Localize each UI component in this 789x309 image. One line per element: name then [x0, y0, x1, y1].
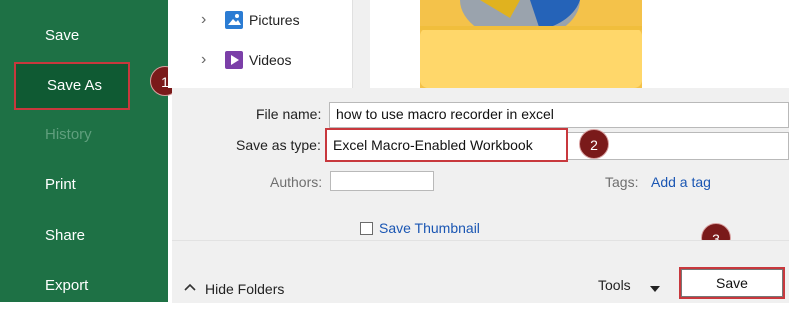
- authors-label: Authors:: [270, 174, 323, 190]
- folder-preview-icon: [420, 0, 642, 88]
- chevron-up-icon[interactable]: [184, 279, 196, 295]
- backstage-item-label: Print: [45, 176, 76, 193]
- tools-label[interactable]: Tools: [598, 277, 631, 293]
- pictures-folder-icon: [225, 11, 243, 29]
- save-as-type-label: Save as type:: [236, 137, 321, 153]
- save-as-type-dropdown[interactable]: Excel Macro-Enabled Workbook: [325, 128, 568, 162]
- chevron-right-icon[interactable]: ›: [201, 47, 206, 73]
- folder-tree: › Pictures › Videos: [168, 0, 352, 88]
- backstage-item-label: Save: [45, 27, 80, 44]
- backstage-item-label: History: [45, 126, 92, 143]
- tree-item-videos[interactable]: › Videos: [168, 47, 352, 73]
- backstage-item-save[interactable]: Save: [0, 13, 168, 59]
- backstage-item-save-as[interactable]: Save As: [14, 62, 130, 110]
- tags-label: Tags:: [605, 174, 639, 190]
- hide-folders-button[interactable]: Hide Folders: [205, 281, 284, 297]
- backstage-sidebar: Save Save As History Print Share Export: [0, 0, 168, 302]
- backstage-item-label: Share: [45, 227, 86, 244]
- tree-scrollbar[interactable]: [352, 0, 371, 88]
- save-thumbnail-checkbox[interactable]: [360, 222, 373, 235]
- backstage-item-print[interactable]: Print: [0, 162, 168, 208]
- save-dialog-form: File name: how to use macro recorder in …: [172, 88, 789, 240]
- file-name-label: File name:: [256, 106, 322, 122]
- chevron-right-icon[interactable]: ›: [201, 7, 206, 33]
- file-name-input[interactable]: how to use macro recorder in excel: [329, 102, 789, 128]
- dialog-footer: Hide Folders Tools Save: [172, 240, 789, 303]
- save-button[interactable]: Save: [679, 267, 785, 299]
- backstage-item-label: Export: [45, 277, 89, 294]
- videos-folder-icon: [225, 51, 243, 69]
- save-thumbnail-label[interactable]: Save Thumbnail: [379, 220, 480, 236]
- backstage-item-export[interactable]: Export: [0, 263, 168, 309]
- tools-dropdown-icon[interactable]: [650, 281, 660, 299]
- tree-item-label: Videos: [249, 52, 292, 68]
- authors-input[interactable]: [330, 171, 434, 191]
- backstage-item-share[interactable]: Share: [0, 213, 168, 259]
- tree-item-label: Pictures: [249, 12, 300, 28]
- tree-item-pictures[interactable]: › Pictures: [168, 7, 352, 33]
- add-tag-link[interactable]: Add a tag: [651, 174, 711, 190]
- backstage-item-history: History: [0, 112, 168, 158]
- backstage-item-label: Save As: [47, 77, 103, 94]
- step-badge-2: 2: [579, 129, 609, 159]
